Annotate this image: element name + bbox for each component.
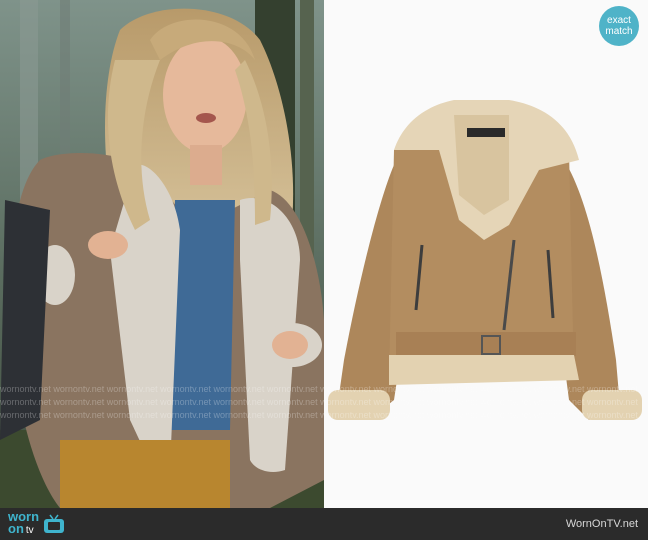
logo-word-on: on tv xyxy=(8,521,39,537)
wornontv-logo[interactable]: worn on tv xyxy=(8,510,65,537)
site-name[interactable]: WornOnTV.net xyxy=(566,518,638,530)
footer-bar: worn on tv WornOnTV.net xyxy=(0,508,648,540)
product-photo xyxy=(324,0,648,508)
exact-match-badge: exact match xyxy=(599,6,639,46)
badge-line-1: exact xyxy=(607,15,631,26)
logo-on-text: on xyxy=(8,521,24,536)
tv-icon xyxy=(44,514,65,533)
badge-line-2: match xyxy=(605,26,633,37)
zara-label xyxy=(467,128,505,137)
actress-photo xyxy=(0,0,324,508)
logo-tv-text: tv xyxy=(25,525,34,536)
